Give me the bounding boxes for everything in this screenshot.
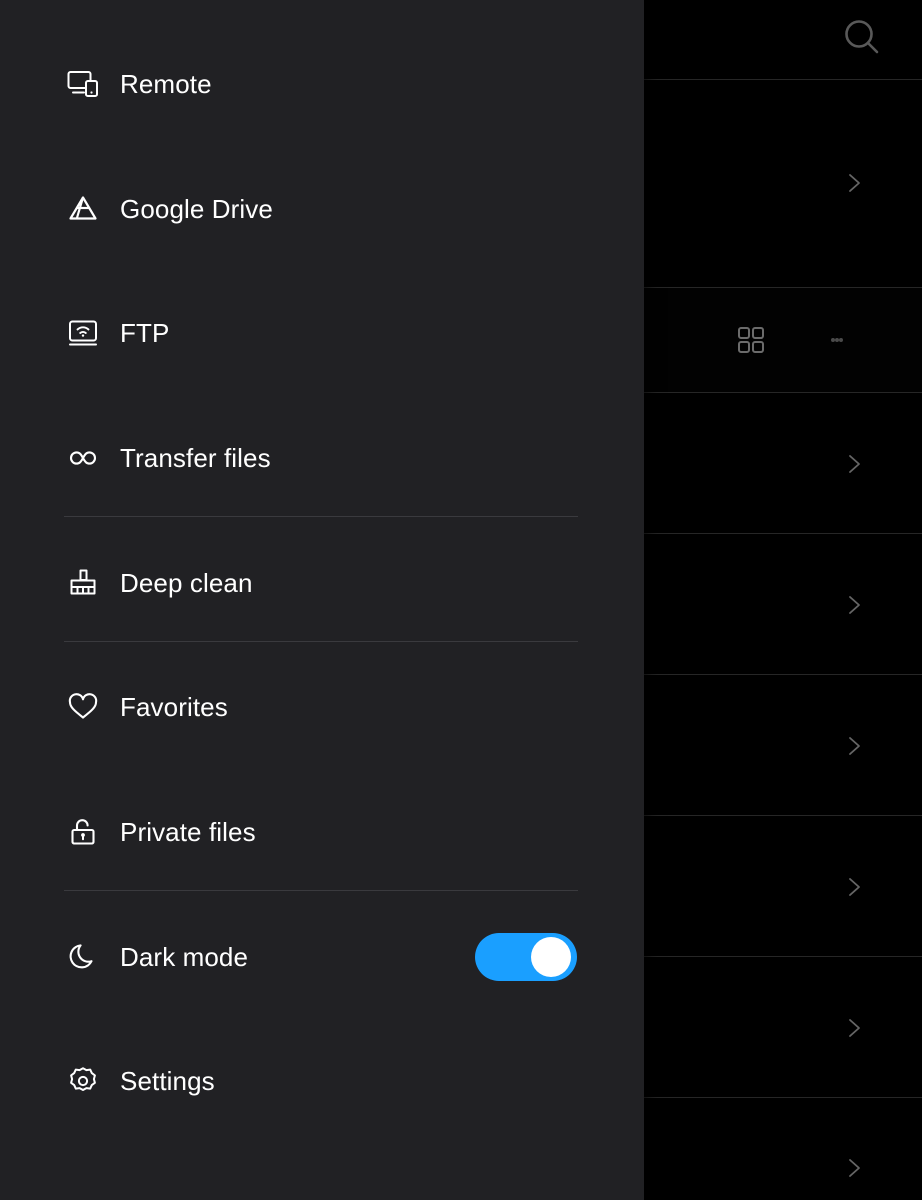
drawer-item-private-files[interactable]: Private files (0, 790, 644, 874)
drawer-item-label: Favorites (120, 691, 228, 722)
unlocked-padlock-icon (64, 813, 102, 851)
file-list-row[interactable] (644, 1098, 922, 1200)
chevron-right-icon (841, 1015, 867, 1041)
drawer-item-label: Transfer files (120, 442, 271, 473)
drawer-divider (64, 516, 578, 517)
drawer-item-remote[interactable]: Remote (0, 42, 644, 126)
drawer-item-label: Dark mode (120, 941, 249, 972)
infinity-icon (64, 439, 102, 477)
remote-devices-icon (64, 65, 102, 103)
search-icon[interactable] (838, 14, 886, 62)
list-divider (644, 1097, 922, 1098)
navigation-drawer: Remote Google Drive FTP Transfer files D… (0, 0, 644, 1200)
drawer-divider (64, 890, 578, 891)
list-divider (644, 392, 922, 393)
drawer-item-label: Remote (120, 68, 212, 99)
list-divider (644, 815, 922, 816)
google-drive-icon (64, 190, 102, 228)
chevron-right-icon (841, 733, 867, 759)
file-list-row[interactable] (644, 957, 922, 1098)
drawer-item-label: Private files (120, 816, 256, 847)
view-options-bar (644, 288, 922, 392)
drawer-item-label: Google Drive (120, 193, 273, 224)
chevron-right-icon (841, 451, 867, 477)
drawer-divider (64, 641, 578, 642)
list-divider (644, 956, 922, 957)
drawer-item-transfer-files[interactable]: Transfer files (0, 416, 644, 500)
drawer-item-google-drive[interactable]: Google Drive (0, 167, 644, 251)
drawer-item-label: Deep clean (120, 567, 253, 598)
file-list-row[interactable] (644, 675, 922, 816)
chevron-right-icon (841, 874, 867, 900)
drawer-item-label: FTP (120, 317, 170, 348)
drawer-item-ftp[interactable]: FTP (0, 291, 644, 375)
drawer-item-dark-mode[interactable]: Dark mode (0, 915, 644, 999)
moon-icon (64, 938, 102, 976)
file-list-row[interactable] (644, 534, 922, 675)
broom-icon (64, 564, 102, 602)
heart-icon (64, 688, 102, 726)
list-divider (644, 674, 922, 675)
drawer-item-label: Settings (120, 1065, 215, 1096)
file-list-row[interactable] (644, 393, 922, 534)
list-divider (644, 287, 922, 288)
file-list-row[interactable] (644, 816, 922, 957)
drawer-item-deep-clean[interactable]: Deep clean (0, 541, 644, 625)
chevron-right-icon (841, 170, 867, 196)
menu-dot (839, 338, 843, 342)
gear-icon (64, 1062, 102, 1100)
app-screen: Remote Google Drive FTP Transfer files D… (0, 0, 922, 1200)
grid-view-icon[interactable] (734, 323, 768, 357)
chevron-right-icon (841, 1155, 867, 1181)
toggle-knob (531, 937, 571, 977)
list-divider (644, 533, 922, 534)
list-divider (644, 79, 922, 80)
drawer-item-settings[interactable]: Settings (0, 1039, 644, 1123)
more-vertical-icon[interactable] (820, 323, 854, 357)
chevron-right-icon (841, 592, 867, 618)
dark-mode-toggle[interactable] (475, 933, 577, 981)
drawer-item-favorites[interactable]: Favorites (0, 665, 644, 749)
ftp-wifi-icon (64, 314, 102, 352)
file-list-row[interactable] (644, 79, 922, 287)
